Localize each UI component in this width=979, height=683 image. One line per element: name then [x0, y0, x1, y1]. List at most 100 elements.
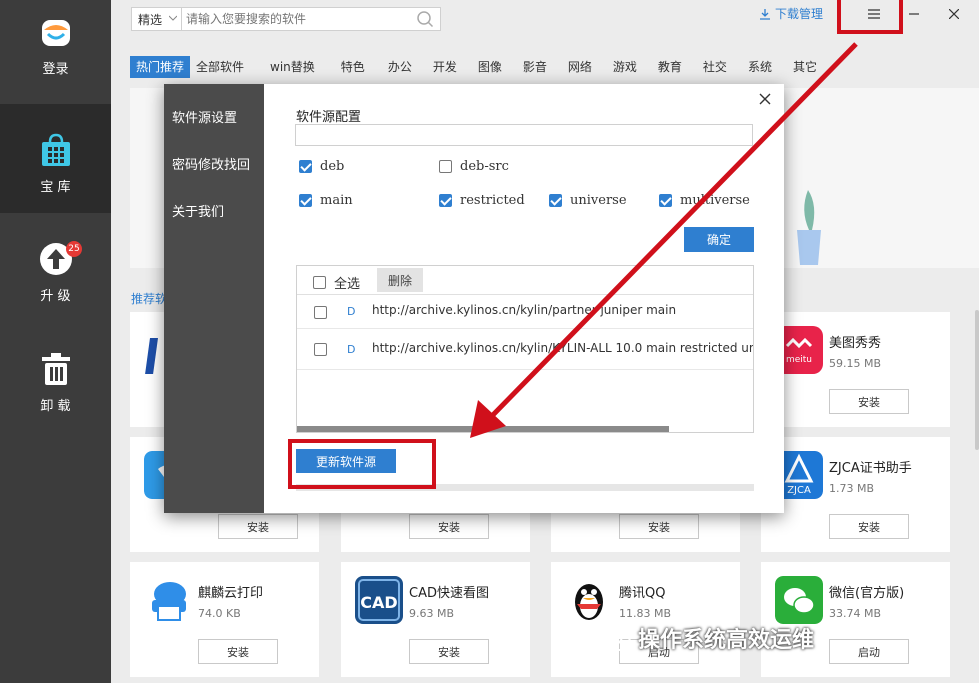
sidebar-item-upgrade[interactable]: 升 级: [0, 213, 111, 323]
install-button[interactable]: 安装: [829, 514, 909, 539]
tab-system[interactable]: 系统: [742, 56, 778, 78]
select-all-checkbox[interactable]: 全选: [313, 273, 360, 292]
checkbox-multiverse[interactable]: multiverse: [659, 193, 750, 208]
download-manager-link[interactable]: 下载管理: [759, 5, 823, 22]
tab-media[interactable]: 影音: [517, 56, 553, 78]
settings-dialog: 软件源设置 密码修改找回 关于我们 软件源配置 deb deb-src main…: [164, 84, 784, 513]
sidebar-label: 宝 库: [40, 180, 71, 195]
row-checkbox[interactable]: [314, 343, 327, 356]
svg-text:ZJCA: ZJCA: [787, 485, 811, 496]
install-button[interactable]: 安装: [198, 639, 278, 664]
checkbox-box[interactable]: [659, 194, 672, 207]
left-sidebar: 登录 宝 库 升 级 25 卸 载: [0, 0, 111, 683]
tab-social[interactable]: 社交: [697, 56, 733, 78]
qq-penguin-icon: [575, 584, 603, 620]
trash-icon: [41, 353, 70, 385]
wechat-logo-icon: [597, 625, 631, 651]
source-type-tag: D: [347, 343, 356, 356]
shopping-bag-icon: [41, 20, 70, 46]
source-url: http://archive.kylinos.cn/kylin/KYLIN-AL…: [372, 341, 754, 355]
app-card[interactable]: 微信(官方版) 33.74 MB 启动: [761, 562, 950, 677]
tab-all[interactable]: 全部软件: [190, 56, 250, 78]
checkbox-main[interactable]: main: [299, 193, 353, 208]
vertical-scrollbar[interactable]: [975, 310, 979, 450]
dialog-nav-password-recovery[interactable]: 密码修改找回: [172, 154, 250, 173]
tab-office[interactable]: 办公: [382, 56, 418, 78]
highlight-frame-update: [288, 439, 436, 489]
source-list-header: 全选 删除: [297, 266, 753, 295]
app-card[interactable]: meitu 美图秀秀 59.15 MB 安装: [761, 312, 950, 427]
svg-text:CAD: CAD: [360, 593, 397, 612]
checkbox-box[interactable]: [299, 194, 312, 207]
sidebar-label: 升 级: [40, 289, 71, 304]
source-url: http://archive.kylinos.cn/kylin/partner …: [372, 303, 677, 317]
checkbox-universe[interactable]: universe: [549, 193, 627, 208]
category-tabs: 热门推荐 全部软件 win替换 特色 办公 开发 图像 影音 网络 游戏 教育 …: [130, 56, 823, 78]
dialog-nav-source-settings[interactable]: 软件源设置: [172, 107, 237, 126]
source-list: 全选 删除 D http://archive.kylinos.cn/kylin/…: [296, 265, 754, 433]
install-button[interactable]: 安装: [409, 514, 489, 539]
chevron-down-icon: [169, 15, 177, 21]
close-window-button[interactable]: [939, 0, 969, 28]
upgrade-count-badge: 25: [66, 241, 82, 257]
source-row[interactable]: D http://archive.kylinos.cn/kylin/KYLIN-…: [297, 330, 753, 370]
tab-games[interactable]: 游戏: [607, 56, 643, 78]
tab-develop[interactable]: 开发: [427, 56, 463, 78]
cloud-printer-icon: [152, 582, 186, 621]
recommend-section-label: 推荐软: [131, 292, 168, 306]
sidebar-item-uninstall[interactable]: 卸 载: [0, 323, 111, 433]
sidebar-label: 登录: [42, 62, 69, 77]
tab-win-replace[interactable]: win替换: [264, 56, 321, 78]
svg-text:meitu: meitu: [786, 355, 812, 365]
install-button[interactable]: 安装: [829, 389, 909, 414]
app-card[interactable]: 腾讯QQ 11.83 MB 启动: [551, 562, 740, 677]
app-card[interactable]: ZJCA ZJCA证书助手 1.73 MB 安装: [761, 437, 950, 552]
delete-button[interactable]: 删除: [377, 268, 423, 292]
close-icon[interactable]: [758, 92, 772, 106]
install-button[interactable]: 安装: [218, 514, 298, 539]
wechat-icon: [775, 576, 823, 624]
download-icon: [760, 8, 770, 20]
source-type-tag: D: [347, 305, 356, 318]
app-card[interactable]: 麒麟云打印 74.0 KB 安装: [130, 562, 319, 677]
minimize-button[interactable]: [899, 0, 929, 28]
dialog-title: 软件源配置: [296, 110, 362, 125]
horizontal-scrollbar[interactable]: [297, 426, 669, 432]
confirm-button[interactable]: 确定: [684, 227, 754, 252]
row-checkbox[interactable]: [314, 306, 327, 319]
checkbox-box[interactable]: [299, 160, 312, 173]
dialog-nav: 软件源设置 密码修改找回 关于我们: [164, 84, 264, 513]
search-input[interactable]: [182, 8, 416, 30]
search-icon[interactable]: [416, 10, 434, 28]
tab-featured[interactable]: 特色: [335, 56, 371, 78]
tab-education[interactable]: 教育: [652, 56, 688, 78]
source-config-input[interactable]: [295, 124, 753, 146]
shopping-basket-icon: [41, 133, 70, 166]
filter-select[interactable]: 精选: [132, 8, 182, 30]
source-row[interactable]: D http://archive.kylinos.cn/kylin/partne…: [297, 296, 753, 329]
tab-other[interactable]: 其它: [787, 56, 823, 78]
dialog-nav-about[interactable]: 关于我们: [172, 201, 224, 220]
checkbox-box[interactable]: [549, 194, 562, 207]
launch-button[interactable]: 启动: [829, 639, 909, 664]
checkbox-restricted[interactable]: restricted: [439, 193, 525, 208]
cad-icon: CAD: [355, 576, 403, 624]
sidebar-item-store[interactable]: 宝 库: [0, 104, 111, 213]
checkbox-deb[interactable]: deb: [299, 159, 344, 174]
tab-hot[interactable]: 热门推荐: [130, 56, 191, 78]
tab-image[interactable]: 图像: [472, 56, 508, 78]
close-icon: [949, 9, 959, 19]
install-button[interactable]: 安装: [619, 514, 699, 539]
watermark: 操作系统高效运维: [596, 622, 814, 654]
checkbox-box[interactable]: [313, 276, 326, 289]
minimize-icon: [909, 13, 919, 15]
sidebar-item-login[interactable]: 登录: [0, 0, 111, 104]
checkbox-box[interactable]: [439, 194, 452, 207]
sidebar-label: 卸 载: [40, 399, 71, 414]
app-card[interactable]: CAD CAD快速看图 9.63 MB 安装: [341, 562, 530, 677]
checkbox-deb-src[interactable]: deb-src: [439, 159, 509, 174]
install-button[interactable]: 安装: [409, 639, 489, 664]
tab-network[interactable]: 网络: [562, 56, 598, 78]
checkbox-box[interactable]: [439, 160, 452, 173]
highlight-frame-menu: [837, 0, 903, 34]
